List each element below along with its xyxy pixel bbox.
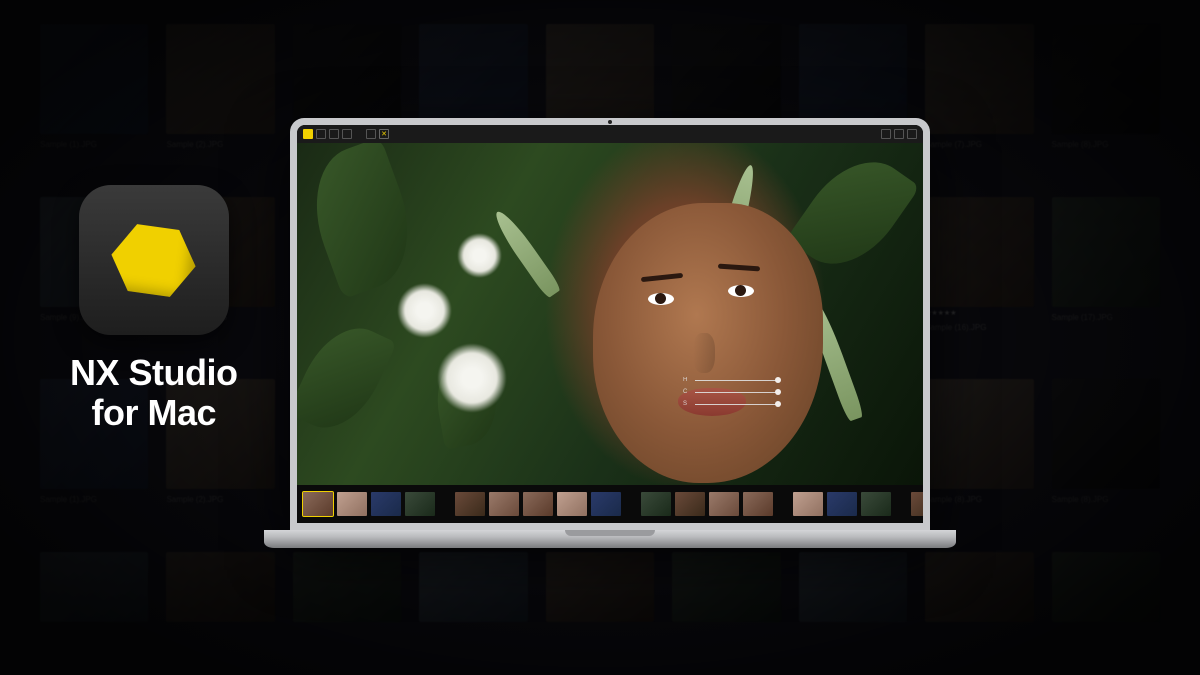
view-mode-list-button[interactable]	[316, 129, 326, 139]
laptop-base	[264, 530, 955, 548]
view-mode-grid-button[interactable]	[303, 129, 313, 139]
slider-row: C	[683, 389, 778, 395]
bg-thumbnail-cell: Sample (8).JPG	[1052, 379, 1160, 534]
bg-thumbnail-label: Sample (2).JPG	[166, 140, 274, 149]
bg-thumbnail-cell: Sample (17).JPG	[1052, 197, 1160, 362]
bg-thumbnail-cell: ★★★★★ Sample (16).JPG	[925, 197, 1033, 362]
laptop-mockup: ✕	[290, 118, 930, 548]
toolbar-fit-icon[interactable]	[894, 129, 904, 139]
image-viewer[interactable]: H C S	[297, 143, 923, 485]
toolbar-panel-icon[interactable]	[907, 129, 917, 139]
filmstrip-thumbnail[interactable]	[489, 492, 519, 516]
toolbar-tool-button[interactable]	[366, 129, 376, 139]
filmstrip[interactable]	[297, 485, 923, 523]
bg-thumbnail-cell: Sample (8).JPG	[1052, 24, 1160, 179]
bg-thumbnail-label: Sample (1).JPG	[40, 495, 148, 504]
bg-thumbnail-label: Sample (8).JPG	[1052, 495, 1160, 504]
bg-thumbnail-label: Sample (16).JPG	[925, 323, 1033, 332]
main-image	[297, 143, 923, 485]
title-line-2: for Mac	[91, 392, 216, 433]
slider-label-s: S	[683, 401, 691, 407]
app-title: NX Studio for Mac	[70, 353, 237, 432]
bg-thumbnail-cell	[799, 552, 907, 652]
laptop-screen: ✕	[297, 125, 923, 523]
toolbar-close-icon[interactable]: ✕	[379, 129, 389, 139]
bg-thumbnail-label: Sample (8).JPG	[1052, 140, 1160, 149]
bg-thumbnail-cell	[546, 552, 654, 652]
bg-thumbnail-cell	[1052, 552, 1160, 652]
bg-thumbnail-cell: Sample (7).JPG	[925, 24, 1033, 179]
toolbar-expand-icon[interactable]	[881, 129, 891, 139]
hexagon-logo-icon	[106, 217, 201, 303]
filmstrip-thumbnail[interactable]	[793, 492, 823, 516]
slider-s[interactable]	[695, 404, 778, 405]
bg-thumbnail-label: Sample (7).JPG	[925, 140, 1033, 149]
filmstrip-thumbnail[interactable]	[827, 492, 857, 516]
filmstrip-thumbnail[interactable]	[591, 492, 621, 516]
slider-label-h: H	[683, 377, 691, 383]
slider-label-c: C	[683, 389, 691, 395]
bg-thumbnail-label: Sample (17).JPG	[1052, 313, 1160, 322]
laptop-camera	[608, 120, 612, 124]
branding-block: NX Studio for Mac	[70, 185, 237, 432]
slider-c[interactable]	[695, 392, 778, 393]
bg-thumbnail-cell: Sample (8).JPG	[925, 379, 1033, 534]
bg-thumbnail-cell	[166, 552, 274, 652]
bg-thumbnail-cell	[925, 552, 1033, 652]
filmstrip-thumbnail[interactable]	[709, 492, 739, 516]
view-mode-compare-button[interactable]	[329, 129, 339, 139]
app-toolbar: ✕	[297, 125, 923, 143]
bg-thumbnail-cell: Sample (1).JPG	[40, 24, 148, 179]
filmstrip-thumbnail[interactable]	[675, 492, 705, 516]
laptop-bezel: ✕	[290, 118, 930, 530]
filmstrip-thumbnail[interactable]	[861, 492, 891, 516]
bg-thumbnail-cell	[293, 552, 401, 652]
filmstrip-thumbnail[interactable]	[523, 492, 553, 516]
bg-thumbnail-cell	[419, 552, 527, 652]
slider-row: S	[683, 401, 778, 407]
filmstrip-thumbnail[interactable]	[405, 492, 435, 516]
bg-thumbnail-label: Sample (8).JPG	[925, 495, 1033, 504]
bg-thumbnail-cell	[40, 552, 148, 652]
slider-h[interactable]	[695, 380, 778, 381]
filmstrip-thumbnail[interactable]	[641, 492, 671, 516]
title-line-1: NX Studio	[70, 352, 237, 393]
rating-stars: ★★★★★	[925, 309, 1033, 317]
view-mode-single-button[interactable]	[342, 129, 352, 139]
filmstrip-thumbnail[interactable]	[911, 492, 923, 516]
slider-row: H	[683, 377, 778, 383]
bg-thumbnail-label: Sample (1).JPG	[40, 140, 148, 149]
filmstrip-thumbnail[interactable]	[303, 492, 333, 516]
filmstrip-thumbnail[interactable]	[337, 492, 367, 516]
adjustment-sliders: H C S	[683, 377, 778, 407]
bg-thumbnail-cell	[672, 552, 780, 652]
app-icon	[79, 185, 229, 335]
filmstrip-thumbnail[interactable]	[371, 492, 401, 516]
filmstrip-thumbnail[interactable]	[743, 492, 773, 516]
bg-thumbnail-cell: Sample (2).JPG	[166, 24, 274, 179]
filmstrip-thumbnail[interactable]	[557, 492, 587, 516]
filmstrip-thumbnail[interactable]	[455, 492, 485, 516]
bg-thumbnail-label: Sample (2).JPG	[166, 495, 274, 504]
